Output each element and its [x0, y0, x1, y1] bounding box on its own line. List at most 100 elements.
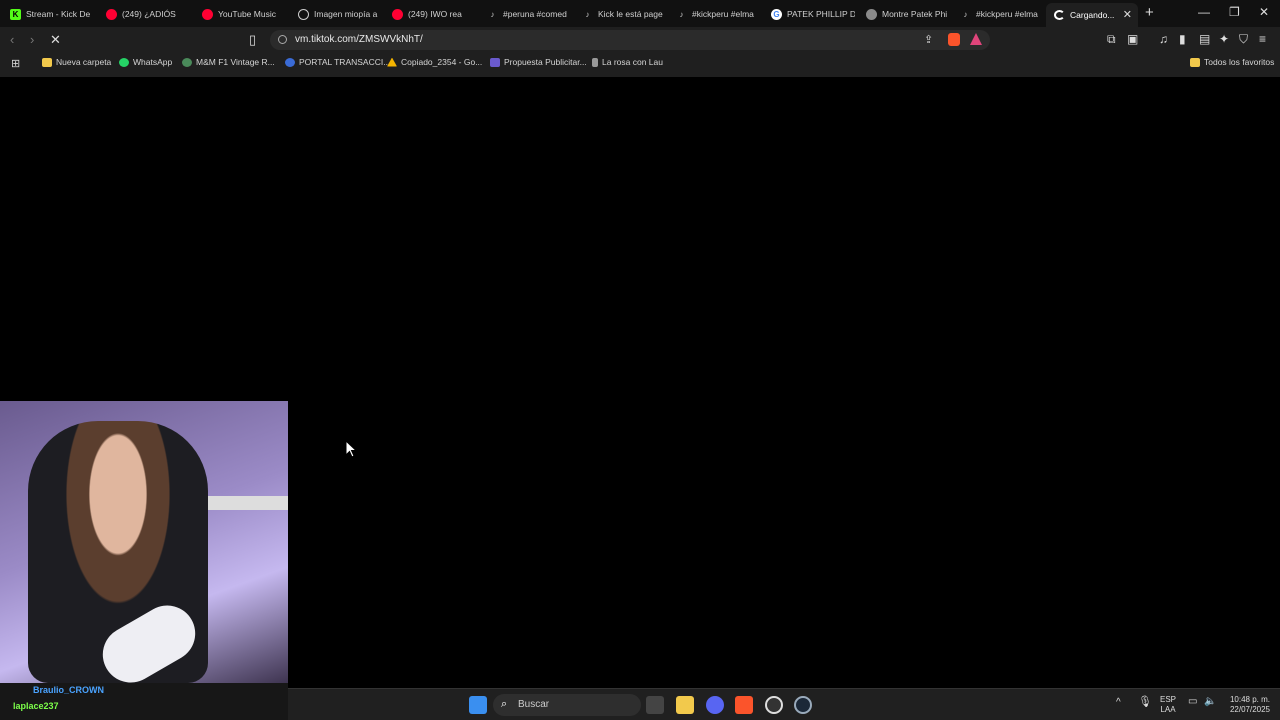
tab-title: Montre Patek Phi: [882, 9, 948, 19]
tab-2[interactable]: YouTube Music: [194, 3, 286, 25]
windows-start-icon[interactable]: [469, 696, 487, 714]
wallet-icon[interactable]: ▤: [1199, 32, 1210, 46]
bookmark-label: Copiado_2354 - Go...: [401, 57, 483, 67]
stop-loading-icon[interactable]: ✕: [50, 32, 61, 48]
bookmark-label: WhatsApp: [133, 57, 173, 67]
all-favorites-label: Todos los favoritos: [1204, 57, 1275, 67]
tiktok-icon: ♪: [963, 9, 968, 19]
tab-3[interactable]: Imagen miopía a: [290, 3, 382, 25]
back-icon[interactable]: ‹: [10, 32, 14, 47]
volume-icon[interactable]: 🔈: [1204, 697, 1216, 707]
close-window-icon[interactable]: ✕: [1259, 5, 1269, 19]
steam-icon[interactable]: [794, 696, 812, 714]
mouse-cursor-icon: [345, 440, 358, 458]
discord-icon[interactable]: [706, 696, 724, 714]
tab-0[interactable]: K Stream - Kick De: [2, 3, 94, 25]
bookmark-item[interactable]: La rosa con Lau: [592, 57, 663, 67]
microphone-icon[interactable]: 🎙: [1138, 697, 1152, 708]
navigation-bar: ‹ › ✕ ▯ vm.tiktok.com/ZMSWVkNhT/ ⇪ ⧉ ▣ ♫…: [0, 27, 1280, 53]
close-tab-icon[interactable]: ✕: [1123, 8, 1132, 21]
tab-title: Cargando...: [1070, 10, 1115, 20]
bookmark-item[interactable]: Nueva carpeta: [42, 57, 111, 67]
whatsapp-icon: [119, 57, 129, 67]
sidebar-icon[interactable]: ▮: [1179, 32, 1186, 46]
forward-icon[interactable]: ›: [30, 32, 34, 47]
tab-11-active[interactable]: Cargando... ✕: [1046, 3, 1138, 27]
time: 10:48 p. m.: [1229, 695, 1270, 704]
brave-rewards-icon[interactable]: [970, 33, 982, 45]
url-text[interactable]: vm.tiktok.com/ZMSWVkNhT/: [295, 34, 423, 45]
obs-icon[interactable]: [765, 696, 783, 714]
tab-9[interactable]: Montre Patek Phi: [858, 3, 950, 25]
lang-bottom: LAA: [1160, 705, 1176, 714]
bookmark-item[interactable]: PORTAL TRANSACCI...: [285, 57, 390, 67]
folder-icon: [1190, 57, 1200, 67]
tray-chevron-icon[interactable]: ^: [1116, 698, 1121, 708]
file-explorer-icon[interactable]: [676, 696, 694, 714]
tiktok-icon: ♪: [490, 9, 495, 19]
language-indicator[interactable]: ESP LAA: [1160, 695, 1176, 715]
tab-title: (249) IWO rea: [408, 9, 462, 19]
tab-title: Stream - Kick De: [26, 9, 91, 19]
address-bar[interactable]: vm.tiktok.com/ZMSWVkNhT/ ⇪: [270, 30, 990, 50]
lang-top: ESP: [1160, 695, 1177, 704]
tab-4[interactable]: (249) IWO rea: [384, 3, 476, 25]
tab-1[interactable]: (249) ¿ADIÓS: [98, 3, 190, 25]
task-view-icon[interactable]: [646, 696, 664, 714]
bookmark-item[interactable]: Copiado_2354 - Go...: [387, 57, 482, 67]
tiktok-icon: ♪: [585, 9, 590, 19]
tab-title: Kick le está page: [598, 9, 663, 19]
youtube-icon: [392, 8, 403, 20]
tab-6[interactable]: ♪ Kick le está page: [574, 3, 666, 25]
tab-10[interactable]: ♪ #kickperu #elma: [952, 3, 1044, 25]
brave-icon[interactable]: [735, 696, 753, 714]
bookmark-item[interactable]: Propuesta Publicitar...: [490, 57, 587, 67]
new-tab-button[interactable]: +: [1145, 4, 1154, 21]
clock[interactable]: 10:48 p. m. 22/07/2025: [1222, 695, 1270, 715]
tab-title: Imagen miopía a: [314, 9, 378, 19]
webcam-overlay: [0, 401, 288, 683]
media-icon[interactable]: ♫: [1159, 32, 1168, 46]
tab-5[interactable]: ♪ #peruna #comed: [479, 3, 571, 25]
tab-strip: K Stream - Kick De (249) ¿ADIÓS YouTube …: [0, 0, 1280, 27]
share-icon[interactable]: ⇪: [924, 33, 933, 46]
tab-7[interactable]: ♪ #kickperu #elma: [668, 3, 760, 25]
extensions-icon[interactable]: ⧉: [1107, 32, 1116, 47]
minimize-icon[interactable]: —: [1198, 5, 1210, 19]
site-info-icon[interactable]: [278, 35, 287, 44]
menu-icon[interactable]: ≡: [1259, 32, 1266, 46]
apps-icon[interactable]: ⊞: [11, 57, 20, 70]
brave-shields-icon[interactable]: [948, 33, 960, 46]
bookmark-icon[interactable]: ▯: [249, 32, 256, 48]
bookmark-item[interactable]: WhatsApp: [119, 57, 172, 67]
vpn-icon[interactable]: ⛉: [1239, 32, 1248, 47]
chat-user: laplace237: [13, 701, 59, 711]
bookmark-label: Nueva carpeta: [56, 57, 112, 67]
bookmark-label: La rosa con Lau: [602, 57, 663, 67]
chat-user: Braulio_CROWN: [33, 685, 105, 695]
google-icon: G: [771, 8, 782, 20]
bookmarks-bar: ⊞ Nueva carpeta WhatsApp M&M F1 Vintage …: [0, 54, 1280, 72]
bookmark-label: M&M F1 Vintage R...: [196, 57, 275, 67]
site-icon: [592, 57, 598, 67]
network-icon[interactable]: ▭: [1188, 697, 1197, 707]
tab-title: #kickperu #elma: [976, 9, 1038, 19]
leo-ai-icon[interactable]: ✦: [1219, 32, 1229, 46]
site-icon: [490, 57, 500, 67]
search-icon: ⌕: [501, 698, 508, 710]
tab-title: PATEK PHILLIP D: [787, 9, 855, 19]
folder-icon: [42, 57, 52, 67]
tab-title: (249) ¿ADIÓS: [122, 9, 176, 19]
youtube-icon: [106, 8, 117, 20]
all-favorites-folder[interactable]: Todos los favoritos: [1190, 57, 1274, 67]
youtube-music-icon: [202, 8, 213, 20]
bookmark-label: Propuesta Publicitar...: [504, 57, 587, 67]
tab-8[interactable]: G PATEK PHILLIP D: [763, 3, 855, 25]
browser-chrome: K Stream - Kick De (249) ¿ADIÓS YouTube …: [0, 0, 1280, 77]
bookmark-label: PORTAL TRANSACCI...: [299, 57, 391, 67]
restore-icon[interactable]: ❐: [1229, 5, 1240, 19]
bookmark-item[interactable]: M&M F1 Vintage R...: [182, 57, 275, 67]
taskbar-search[interactable]: ⌕ Buscar: [493, 694, 641, 716]
screenshot-icon[interactable]: ▣: [1127, 32, 1138, 46]
site-icon: [285, 57, 295, 67]
